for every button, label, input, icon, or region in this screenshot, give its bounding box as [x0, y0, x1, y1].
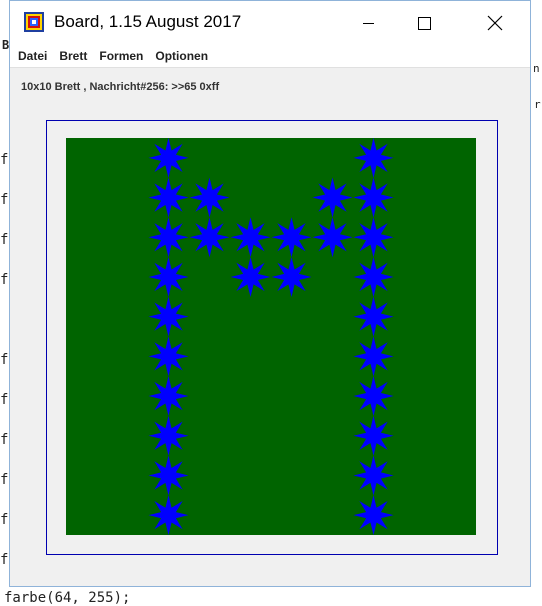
status-message: 10x10 Brett , Nachricht#256: >>65 0xff — [21, 81, 220, 93]
star-icon[interactable] — [353, 217, 394, 258]
star-icon[interactable] — [148, 137, 189, 178]
maximize-icon — [417, 16, 431, 30]
star-icon[interactable] — [230, 256, 271, 297]
background-editor-code-line: farbe(64, 255); — [4, 590, 131, 606]
menu-formen[interactable]: Formen — [95, 45, 147, 67]
star-icon[interactable] — [312, 217, 353, 258]
title-bar[interactable]: Board, 1.15 August 2017 — [10, 1, 530, 45]
menu-optionen[interactable]: Optionen — [151, 45, 212, 67]
background-editor-char: f — [0, 272, 9, 288]
minimize-icon — [362, 22, 374, 24]
star-icon[interactable] — [353, 336, 394, 377]
star-icon[interactable] — [271, 256, 312, 297]
star-icon[interactable] — [148, 177, 189, 218]
board-window: Board, 1.15 August 2017 Datei Brett Form… — [9, 0, 531, 587]
star-icon[interactable] — [353, 495, 394, 536]
star-icon[interactable] — [353, 137, 394, 178]
close-button[interactable] — [472, 1, 518, 45]
background-editor-char: r — [534, 98, 541, 111]
app-board-icon — [24, 12, 44, 32]
star-icon[interactable] — [148, 217, 189, 258]
menu-brett[interactable]: Brett — [55, 45, 91, 67]
board-grid — [66, 137, 476, 536]
star-icon[interactable] — [189, 177, 230, 218]
star-icon[interactable] — [353, 256, 394, 297]
star-icon[interactable] — [353, 296, 394, 337]
star-icon[interactable] — [148, 296, 189, 337]
star-icon[interactable] — [148, 455, 189, 496]
background-editor-char: f — [0, 192, 9, 208]
star-icon[interactable] — [148, 415, 189, 456]
background-editor-char: f — [0, 432, 9, 448]
background-editor-char: n — [533, 62, 540, 75]
star-icon[interactable] — [189, 217, 230, 258]
star-icon[interactable] — [353, 455, 394, 496]
star-icon[interactable] — [271, 217, 312, 258]
window-title: Board, 1.15 August 2017 — [54, 12, 242, 31]
background-editor-char: f — [0, 552, 9, 568]
background-editor-char: f — [0, 152, 9, 168]
background-editor-char: f — [0, 472, 9, 488]
board-canvas[interactable] — [66, 137, 476, 536]
star-icon[interactable] — [353, 415, 394, 456]
background-editor-char: f — [0, 512, 9, 528]
star-icon[interactable] — [148, 495, 189, 536]
background-editor-char: f — [0, 352, 9, 368]
star-icon[interactable] — [148, 256, 189, 297]
star-icon[interactable] — [148, 336, 189, 377]
menu-bar: Datei Brett Formen Optionen — [10, 45, 530, 68]
star-icon[interactable] — [312, 177, 353, 218]
close-icon — [487, 15, 503, 31]
star-icon[interactable] — [230, 217, 271, 258]
star-icon[interactable] — [353, 177, 394, 218]
background-editor-char: f — [0, 232, 9, 248]
menu-datei[interactable]: Datei — [14, 45, 51, 67]
maximize-button[interactable] — [401, 1, 447, 45]
background-editor-char: f — [0, 392, 9, 408]
minimize-button[interactable] — [345, 1, 391, 45]
star-icon[interactable] — [148, 376, 189, 417]
star-icon[interactable] — [353, 376, 394, 417]
